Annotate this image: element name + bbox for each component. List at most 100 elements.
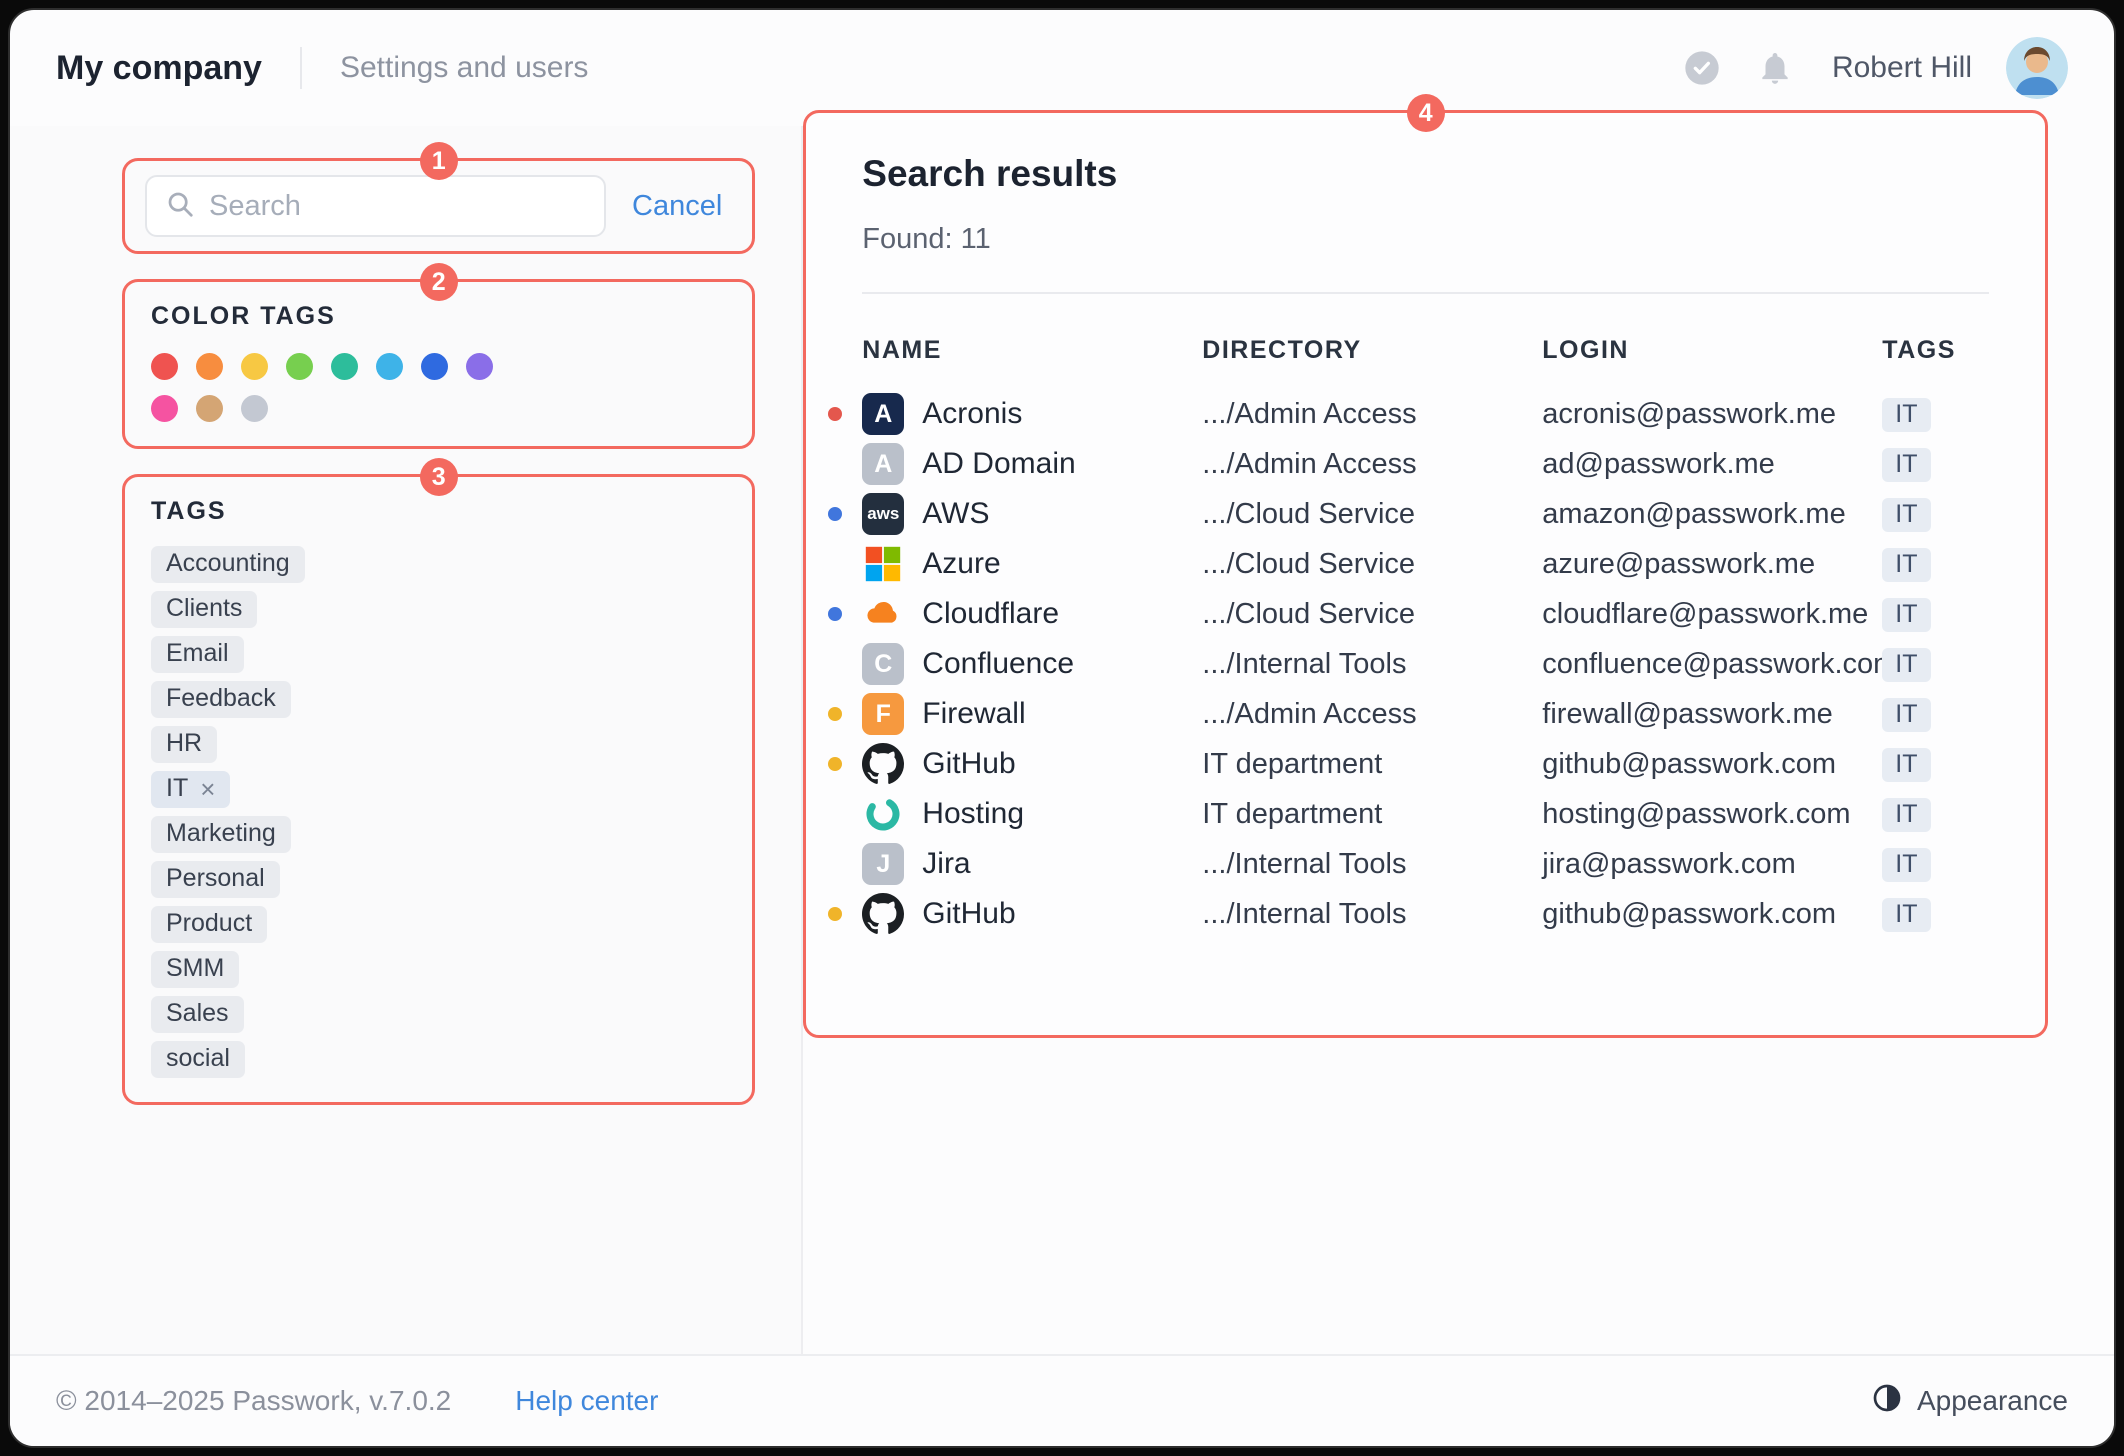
tag-product[interactable]: Product [151,906,267,943]
color-tag-dot[interactable] [241,353,268,380]
credential-name: GitHub [922,897,1015,931]
page-title: Search results [862,153,1989,195]
check-circle-icon[interactable] [1682,48,1722,88]
acronis-icon: A [862,393,904,435]
color-tag-dot[interactable] [151,395,178,422]
credential-name-cell: AAcronis [862,393,1202,435]
column-header-login: LOGIN [1542,336,1882,365]
annotation-box-3: 3 TAGS AccountingClientsEmailFeedbackHRI… [122,474,755,1105]
copyright: © 2014–2025 Passwork, v.7.0.2 [56,1385,451,1417]
tag-email[interactable]: Email [151,636,244,673]
search-input[interactable] [209,190,586,223]
credential-tag: IT [1882,548,1930,582]
annotation-box-4: 4 Search results Found: 11 NAME DIRECTOR… [803,110,2048,1038]
tag-it[interactable]: IT× [151,771,230,808]
credential-directory: IT department [1202,798,1542,831]
table-row[interactable]: CConfluence.../Internal Toolsconfluence@… [862,639,1989,689]
row-color-dot [828,507,842,521]
avatar[interactable] [2006,37,2068,99]
credential-login: cloudflare@passwork.me [1542,598,1882,631]
table-row[interactable]: JJira.../Internal Toolsjira@passwork.com… [862,839,1989,889]
tag-clients[interactable]: Clients [151,591,257,628]
search-box [145,175,606,237]
tag-accounting[interactable]: Accounting [151,546,305,583]
column-header-tags: TAGS [1882,336,1989,365]
credential-tags-cell: IT [1882,850,1989,879]
credential-name-cell: aws AWS [862,493,1202,535]
credential-tags-cell: IT [1882,750,1989,779]
table-row[interactable]: Cloudflare.../Cloud Servicecloudflare@pa… [862,589,1989,639]
search-icon [165,189,195,224]
credential-name: Cloudflare [922,597,1059,631]
credential-tags-cell: IT [1882,650,1989,679]
tag-marketing[interactable]: Marketing [151,816,291,853]
tag-sales[interactable]: Sales [151,996,244,1033]
app-window: My company Settings and users Robert Hil… [8,8,2116,1448]
table-row[interactable]: Hosting IT departmenthosting@passwork.com… [862,789,1989,839]
tag-smm[interactable]: SMM [151,951,239,988]
credential-tags-cell: IT [1882,550,1989,579]
tag-social[interactable]: social [151,1041,245,1078]
credential-name: Azure [922,547,1000,581]
color-tag-dot[interactable] [241,395,268,422]
appearance-icon [1871,1382,1903,1421]
remove-tag-icon[interactable]: × [200,776,215,802]
breadcrumb[interactable]: Settings and users [340,51,588,85]
tag-personal[interactable]: Personal [151,861,280,898]
tag-feedback[interactable]: Feedback [151,681,291,718]
color-tag-dot[interactable] [196,353,223,380]
credential-tag: IT [1882,598,1930,632]
credential-name-cell: A AD Domain [862,443,1202,485]
tags-title: TAGS [151,497,726,526]
bell-icon[interactable] [1756,48,1794,88]
ad-domain-icon: A [862,443,904,485]
appearance-label: Appearance [1917,1385,2068,1417]
user-name[interactable]: Robert Hill [1832,51,1972,85]
credential-name-cell: GitHub [862,743,1202,785]
color-tag-dot[interactable] [466,353,493,380]
annotation-badge-4: 4 [1407,94,1445,132]
credential-name: AWS [922,497,989,531]
hosting-icon [862,793,904,835]
table-row[interactable]: FFirewall.../Admin Accessfirewall@passwo… [862,689,1989,739]
table-row[interactable]: AAcronis.../Admin Accessacronis@passwork… [862,389,1989,439]
annotation-box-2: 2 COLOR TAGS [122,279,755,449]
sidebar: 1 Cancel 2 COLOR TAGS 3 TAGS AccountingC… [10,126,803,1354]
credential-tag: IT [1882,848,1930,882]
table-row[interactable]: awsAWS.../Cloud Serviceamazon@passwork.m… [862,489,1989,539]
aws-icon: aws [862,493,904,535]
credential-name-cell: Cloudflare [862,593,1202,635]
footer: © 2014–2025 Passwork, v.7.0.2 Help cente… [10,1354,2114,1446]
credential-directory: .../Internal Tools [1202,898,1542,931]
credential-tag: IT [1882,798,1930,832]
row-color-dot [828,407,842,421]
table-row[interactable]: Azure.../Cloud Serviceazure@passwork.meI… [862,539,1989,589]
credential-directory: .../Admin Access [1202,398,1542,431]
credential-tags-cell: IT [1882,700,1989,729]
color-tag-dot[interactable] [376,353,403,380]
credential-login: hosting@passwork.com [1542,798,1882,831]
color-tag-dot[interactable] [151,353,178,380]
column-header-directory: DIRECTORY [1202,336,1542,365]
table-row[interactable]: AAD Domain.../Admin Accessad@passwork.me… [862,439,1989,489]
help-center-link[interactable]: Help center [515,1385,658,1417]
credential-tag: IT [1882,648,1930,682]
color-tag-dot[interactable] [421,353,448,380]
credential-name: AD Domain [922,447,1075,481]
credential-login: github@passwork.com [1542,748,1882,781]
credential-login: amazon@passwork.me [1542,498,1882,531]
results-table-body: AAcronis.../Admin Accessacronis@passwork… [862,389,1989,939]
row-color-dot [828,607,842,621]
tag-hr[interactable]: HR [151,726,217,763]
appearance-toggle[interactable]: Appearance [1871,1382,2068,1421]
jira-icon: J [862,843,904,885]
cancel-search-button[interactable]: Cancel [632,190,722,223]
credential-name: Hosting [922,797,1024,831]
color-tag-dot[interactable] [331,353,358,380]
table-row[interactable]: GitHub.../Internal Toolsgithub@passwork.… [862,889,1989,939]
header-divider [300,47,302,89]
table-row[interactable]: GitHubIT departmentgithub@passwork.comIT [862,739,1989,789]
azure-microsoft-icon [862,543,904,585]
color-tag-dot[interactable] [196,395,223,422]
color-tag-dot[interactable] [286,353,313,380]
